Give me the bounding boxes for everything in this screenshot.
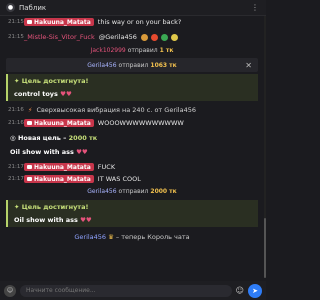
message-time: 21:15: [8, 34, 24, 40]
heart-icon: ♥♥: [76, 148, 88, 156]
username[interactable]: Gerila456: [87, 62, 116, 69]
king-notice: Gerila456 ♛ – теперь Король чата: [74, 233, 190, 241]
goal-reached-card: ✦ Цель достигнута! control toys ♥♥: [6, 74, 258, 101]
vibration-icon: ⚡: [27, 106, 33, 114]
chat-feed[interactable]: 21:15 Hakuuna_Matata this way or on your…: [0, 16, 264, 278]
camera-icon: [27, 165, 32, 169]
chat-bubble-icon: ●: [6, 3, 15, 12]
tip-notice: Gerila456 отправил 2000 тк: [87, 188, 177, 195]
goal-text: control toys: [14, 90, 58, 98]
chat-title: Паблик: [19, 3, 47, 12]
new-goal-card: ◎ Новая цель – 2000 тк Oil show with ass…: [10, 134, 98, 156]
message-time: 21:17: [8, 176, 24, 182]
camera-icon: [27, 177, 32, 181]
message-time: 21:17: [8, 164, 24, 170]
chat-message: 21:17 Hakuuna_Matata FUCK: [0, 161, 264, 173]
heart-icon: ♥♥: [80, 216, 92, 224]
tip-notice: Gerila456 отправил 1063 тк ✕: [6, 58, 258, 72]
message-text: this way or on your back?: [97, 18, 182, 26]
more-options-icon[interactable]: ⋮: [251, 3, 260, 12]
chat-message: 21:15 Hakuuna_Matata this way or on your…: [0, 16, 264, 28]
username[interactable]: Gerila456: [74, 233, 106, 241]
message-input[interactable]: [20, 284, 232, 297]
emote-icon: [170, 33, 178, 41]
username-tag[interactable]: Hakuuna_Matata: [24, 119, 94, 127]
emote-icon: [160, 33, 168, 41]
username-tag[interactable]: Hakuuna_Matata: [24, 175, 94, 183]
message-text: WOOOWWWWWWWWWW: [97, 119, 184, 127]
username-tag[interactable]: Hakuuna_Matata: [24, 163, 94, 171]
camera-icon: [27, 20, 32, 24]
scrollbar-thumb[interactable]: [264, 218, 266, 278]
goal-text: Oil show with ass: [10, 148, 74, 156]
vibration-notice: 21:16 ⚡ Сверхвысокая вибрация на 240 с. …: [8, 106, 196, 114]
sparkle-icon: ✦: [14, 203, 22, 211]
message-text: IT WAS COOL: [97, 175, 141, 183]
send-button[interactable]: ➤: [248, 283, 262, 298]
chat-message: 21:17 Hakuuna_Matata IT WAS COOL: [0, 173, 264, 185]
close-icon[interactable]: ✕: [245, 61, 252, 70]
crown-icon: ♛: [108, 233, 114, 241]
target-icon: ◎: [10, 134, 18, 142]
message-time: 21:15: [8, 19, 24, 25]
goal-text: Oil show with ass: [14, 216, 78, 224]
username[interactable]: _Mistle-Sis_Vitor_Fuck: [24, 33, 95, 41]
message-mention: @Gerila456: [98, 33, 137, 41]
scrollbar[interactable]: [264, 16, 266, 278]
chat-message: 21:15 _Mistle-Sis_Vitor_Fuck @Gerila456: [0, 28, 264, 44]
emote-icon: [150, 33, 158, 41]
message-time: 21:16: [8, 120, 24, 126]
username[interactable]: Gerila456: [87, 188, 116, 195]
sparkle-icon: ✦: [14, 77, 22, 85]
camera-icon: [27, 121, 32, 125]
goal-reached-card: ✦ Цель достигнута! Oil show with ass ♥♥: [6, 200, 258, 227]
chat-header: ● Паблик ⋮: [0, 0, 266, 16]
message-text: FUCK: [97, 163, 116, 171]
username[interactable]: Jack102999: [91, 47, 126, 54]
username-tag[interactable]: Hakuuna_Matata: [24, 18, 94, 26]
emote-icon: [140, 33, 148, 41]
system-message: Jack102999 отправил 1 тк: [90, 46, 174, 54]
message-composer: ☺ ☺ ➤: [0, 281, 266, 300]
emoji-icon[interactable]: ☺: [236, 286, 244, 295]
avatar[interactable]: ☺: [4, 284, 16, 297]
heart-icon: ♥♥: [60, 90, 72, 98]
chat-message: 21:16 Hakuuna_Matata WOOOWWWWWWWWWW: [0, 117, 264, 129]
